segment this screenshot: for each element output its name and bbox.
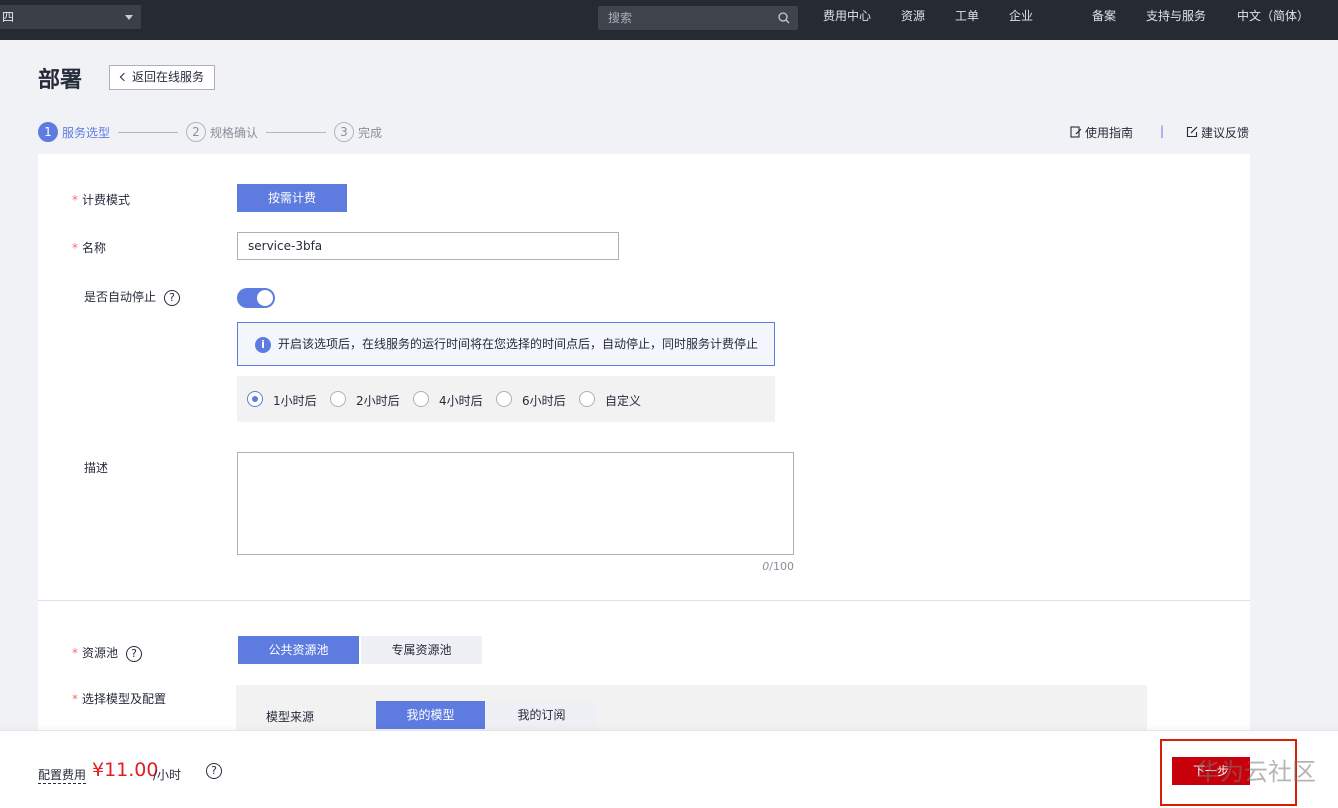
- step-label: 完成: [358, 126, 383, 140]
- feedback-link[interactable]: 建议反馈: [1186, 124, 1249, 141]
- dedicated-pool-option[interactable]: 专属资源池: [361, 636, 482, 664]
- info-icon: i: [255, 337, 271, 353]
- page-title: 部署: [38, 68, 83, 93]
- config-cost-label[interactable]: 配置费用: [38, 766, 87, 784]
- search-placeholder: 搜索: [608, 11, 633, 25]
- nav-billing-center[interactable]: 费用中心: [823, 8, 871, 24]
- step-number: 2: [186, 122, 206, 142]
- model-config-label: * 选择模型及配置: [72, 690, 166, 707]
- description-label: 描述: [84, 461, 109, 475]
- edit-doc-icon: [1070, 126, 1082, 138]
- radio-label: 1小时后: [273, 394, 317, 408]
- nav-tickets[interactable]: 工单: [955, 8, 979, 24]
- required-mark: *: [72, 646, 78, 660]
- auto-stop-text: 是否自动停止: [84, 290, 157, 304]
- step-connector: [266, 132, 326, 133]
- region-selector[interactable]: 四: [0, 5, 141, 29]
- description-textarea[interactable]: [237, 452, 794, 555]
- model-config-text: 选择模型及配置: [82, 692, 167, 706]
- resource-pool-label: * 资源池?: [72, 644, 143, 662]
- radio-label: 自定义: [605, 394, 642, 408]
- top-navbar: 四 搜索 费用中心 资源 工单 企业 备案 支持与服务 中文（简体）: [0, 0, 1338, 40]
- step-label: 规格确认: [210, 126, 259, 140]
- question-icon[interactable]: ?: [164, 289, 181, 306]
- nav-resources[interactable]: 资源: [901, 8, 925, 24]
- step-number: 3: [334, 122, 354, 142]
- resource-pool-text: 资源池: [82, 646, 119, 660]
- my-subscriptions-tab[interactable]: 我的订阅: [487, 701, 596, 729]
- name-text: 名称: [82, 241, 107, 255]
- chevron-down-icon: [125, 15, 133, 20]
- usage-guide-label: 使用指南: [1085, 126, 1134, 140]
- radio-dot: [413, 391, 429, 407]
- description-char-counter: 0/100: [740, 560, 794, 573]
- question-icon[interactable]: ?: [206, 763, 222, 779]
- step-label: 服务选型: [62, 126, 111, 140]
- billing-mode-text: 计费模式: [82, 193, 131, 207]
- service-name-input[interactable]: service-3bfa: [237, 232, 619, 260]
- feedback-label: 建议反馈: [1201, 126, 1250, 140]
- link-separator: |: [1160, 124, 1165, 138]
- auto-stop-toggle[interactable]: [237, 288, 275, 308]
- radio-label: 4小时后: [439, 394, 483, 408]
- required-mark: *: [72, 193, 78, 207]
- nav-enterprise[interactable]: 企业: [1009, 8, 1033, 24]
- region-label: 四: [2, 10, 15, 24]
- back-button-label: 返回在线服务: [132, 70, 205, 84]
- model-config-panel: [236, 685, 1147, 735]
- billing-mode-label: * 计费模式: [72, 191, 130, 208]
- auto-stop-time-options: 1小时后 2小时后 4小时后 6小时后 自定义: [237, 376, 775, 422]
- footer-bar: [0, 730, 1338, 808]
- nav-support[interactable]: 支持与服务: [1146, 8, 1206, 24]
- my-models-tab[interactable]: 我的模型: [376, 701, 485, 729]
- auto-stop-info-text: 开启该选项后，在线服务的运行时间将在您选择的时间点后，自动停止，同时服务计费停止: [278, 337, 759, 351]
- public-pool-option[interactable]: 公共资源池: [238, 636, 359, 664]
- step-number: 1: [38, 122, 58, 142]
- external-edit-icon: [1186, 126, 1198, 138]
- radio-label: 2小时后: [356, 394, 400, 408]
- toggle-knob: [257, 290, 273, 306]
- search-icon[interactable]: [778, 12, 790, 24]
- required-mark: *: [72, 241, 78, 255]
- config-cost-unit: /小时: [153, 768, 182, 782]
- radio-dot: [496, 391, 512, 407]
- chevron-left-icon: [119, 72, 129, 82]
- radio-label: 6小时后: [522, 394, 566, 408]
- nav-icp-filing[interactable]: 备案: [1092, 8, 1116, 24]
- model-source-label: 模型来源: [266, 710, 315, 724]
- auto-stop-label: 是否自动停止?: [84, 288, 181, 306]
- char-max: /100: [769, 560, 794, 573]
- radio-dot: [330, 391, 346, 407]
- highlight-box: [1160, 739, 1297, 806]
- usage-guide-link[interactable]: 使用指南: [1070, 124, 1133, 141]
- billing-on-demand-option[interactable]: 按需计费: [237, 184, 347, 212]
- required-mark: *: [72, 692, 78, 706]
- question-icon[interactable]: ?: [126, 645, 143, 662]
- config-cost-value: ¥11.00: [92, 759, 159, 781]
- step-connector: [118, 132, 178, 133]
- back-to-online-services-button[interactable]: 返回在线服务: [109, 65, 215, 90]
- section-divider: [38, 600, 1250, 601]
- search-input[interactable]: 搜索: [598, 6, 798, 30]
- radio-dot: [579, 391, 595, 407]
- auto-stop-info-box: i 开启该选项后，在线服务的运行时间将在您选择的时间点后，自动停止，同时服务计费…: [237, 322, 775, 366]
- name-label: * 名称: [72, 239, 106, 256]
- nav-language[interactable]: 中文（简体）: [1237, 8, 1309, 24]
- radio-dot: [247, 391, 263, 407]
